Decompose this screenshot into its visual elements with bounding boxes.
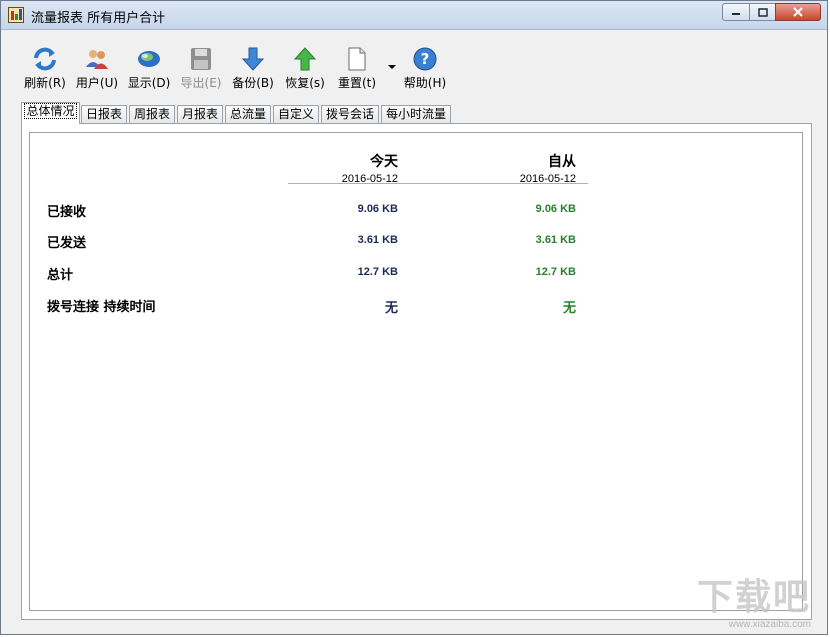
tab-total-traffic[interactable]: 总流量 (225, 105, 271, 124)
tab-dialup-sessions[interactable]: 拨号会话 (321, 105, 379, 124)
display-icon (138, 51, 160, 67)
display-button[interactable]: 显示(D) (123, 39, 175, 95)
tab-monthly-report[interactable]: 月报表 (177, 105, 223, 124)
close-button[interactable] (775, 3, 821, 21)
maximize-icon (757, 7, 768, 17)
column-today-title: 今天 (370, 153, 398, 169)
export-button[interactable]: 导出(E) (175, 39, 227, 95)
up-arrow-icon (293, 47, 317, 71)
row-dialup-duration-today: 无 (384, 300, 398, 315)
row-total-today: 12.7 KB (357, 266, 398, 278)
window-title: 流量报表 所有用户合计 (31, 11, 166, 26)
blank-document-icon (348, 47, 366, 71)
tab-overview[interactable]: 总体情况 (21, 102, 80, 124)
header-divider (288, 183, 588, 184)
row-total-since: 12.7 KB (535, 266, 576, 278)
backup-label: 备份(B) (232, 76, 274, 90)
refresh-button[interactable]: 刷新(R) (19, 39, 71, 95)
close-icon (793, 7, 803, 17)
help-label: 帮助(H) (403, 76, 447, 90)
reset-button[interactable]: 重置(t) (331, 39, 383, 95)
watermark-logo: 下载吧 (696, 576, 811, 617)
app-chart-icon (8, 7, 24, 23)
tab-weekly-report[interactable]: 周报表 (129, 105, 175, 124)
minimize-button[interactable] (722, 3, 750, 21)
column-since-title: 自从 (548, 153, 576, 169)
export-label: 导出(E) (180, 76, 222, 90)
refresh-icon (34, 47, 56, 71)
floppy-disk-icon (191, 48, 211, 70)
summary-area: 今天 2016-05-12 自从 2016-05-12 已接收 9.06 KB … (29, 132, 803, 611)
row-total-label: 总计 (47, 268, 74, 283)
row-dialup-duration-label: 拨号连接 持续时间 (47, 300, 156, 315)
users-label: 用户(U) (75, 76, 119, 90)
users-icon (86, 50, 108, 69)
down-arrow-icon (241, 47, 265, 71)
toolbar: 刷新(R) 用户(U) 显示(D) 导出(E) 备份(B) 恢复(s) 重置(t… (9, 39, 821, 95)
display-label: 显示(D) (127, 76, 171, 90)
svg-text:?: ? (421, 50, 430, 68)
tab-hourly-traffic[interactable]: 每小时流量 (381, 105, 451, 124)
minimize-icon (732, 13, 740, 15)
title-bar[interactable]: 流量报表 所有用户合计 (1, 1, 827, 30)
refresh-label: 刷新(R) (24, 76, 66, 90)
help-button[interactable]: ? 帮助(H) (399, 39, 451, 95)
maximize-button[interactable] (749, 3, 776, 21)
help-icon: ? (413, 47, 437, 71)
row-dialup-duration-since: 无 (562, 300, 576, 315)
row-sent-label: 已发送 (47, 236, 87, 251)
row-sent-today: 3.61 KB (357, 234, 398, 246)
reset-dropdown-arrow[interactable] (388, 65, 396, 69)
tab-custom[interactable]: 自定义 (273, 105, 319, 124)
tab-daily-report[interactable]: 日报表 (81, 105, 127, 124)
backup-button[interactable]: 备份(B) (227, 39, 279, 95)
tab-panel: 今天 2016-05-12 自从 2016-05-12 已接收 9.06 KB … (21, 123, 812, 620)
row-received-since: 9.06 KB (535, 203, 576, 215)
restore-button[interactable]: 恢复(s) (279, 39, 331, 95)
users-button[interactable]: 用户(U) (71, 39, 123, 95)
column-since-header: 自从 2016-05-12 (476, 151, 576, 185)
watermark-url: www.xiazaiba.com (728, 619, 811, 630)
app-window: 流量报表 所有用户合计 刷新(R) 用户(U) 显示(D) 导出(E) 备份(B… (0, 0, 828, 635)
row-sent-since: 3.61 KB (535, 234, 576, 246)
reset-label: 重置(t) (337, 76, 377, 90)
row-received-label: 已接收 (47, 205, 87, 220)
column-today-header: 今天 2016-05-12 (298, 151, 398, 185)
row-received-today: 9.06 KB (357, 203, 398, 215)
restore-label: 恢复(s) (285, 76, 325, 90)
